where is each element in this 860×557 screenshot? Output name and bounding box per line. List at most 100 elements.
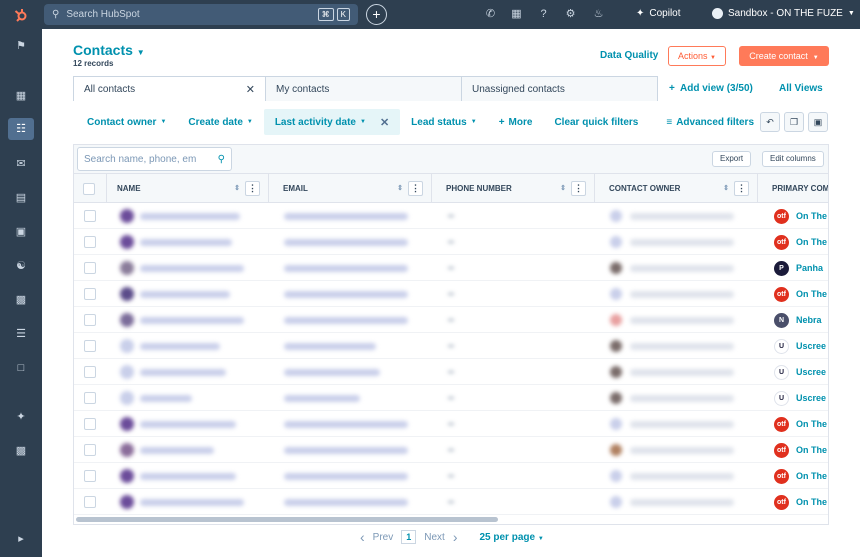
clear-quick-filters-button[interactable]: Clear quick filters (543, 109, 649, 135)
table-row[interactable]: otf On The (74, 281, 828, 307)
page-title[interactable]: Contacts ▼ (73, 42, 145, 58)
email-cell[interactable] (284, 463, 408, 489)
company-name[interactable]: On The (796, 237, 827, 247)
sparkle-icon[interactable]: ✦ (14, 410, 28, 424)
column-header-phone[interactable]: PHONE NUMBER ⇕ ⋮ (432, 174, 595, 203)
create-date-filter[interactable]: Create date ▼ (177, 109, 263, 135)
owner-cell[interactable] (610, 359, 734, 385)
owner-cell[interactable] (610, 385, 734, 411)
company-cell[interactable]: otf On The (774, 229, 827, 255)
row-checkbox[interactable] (84, 262, 96, 274)
service-icon[interactable]: ▣ (14, 225, 28, 239)
last-activity-date-filter[interactable]: Last activity date ▼ ✕ (263, 109, 401, 135)
next-page-button[interactable]: Next (424, 532, 445, 543)
company-cell[interactable]: otf On The (774, 203, 827, 229)
document-icon[interactable]: ▤ (14, 191, 28, 205)
code-icon[interactable]: ▩ (14, 444, 28, 458)
grid-icon[interactable]: ▦ (14, 89, 28, 103)
table-row[interactable]: U Uscree (74, 359, 828, 385)
megaphone-icon[interactable]: ✉ (14, 157, 28, 171)
bookmark-icon[interactable]: ⚑ (14, 39, 28, 53)
phone-icon[interactable]: ✆ (484, 8, 497, 21)
row-checkbox[interactable] (84, 470, 96, 482)
company-cell[interactable]: N Nebra (774, 307, 822, 333)
add-view-button[interactable]: + Add view (3/50) (669, 83, 753, 94)
company-name[interactable]: Uscree (796, 341, 826, 351)
email-cell[interactable] (284, 255, 408, 281)
email-cell[interactable] (284, 411, 408, 437)
row-checkbox[interactable] (84, 366, 96, 378)
edit-columns-button[interactable]: Edit columns (762, 151, 824, 167)
lead-status-filter[interactable]: Lead status ▼ (400, 109, 488, 135)
copilot-button[interactable]: ✦ Copilot (636, 8, 681, 19)
close-icon[interactable]: ✕ (246, 83, 255, 96)
company-name[interactable]: Uscree (796, 393, 826, 403)
expand-sidebar-icon[interactable]: ▸ (14, 532, 28, 546)
company-name[interactable]: On The (796, 289, 827, 299)
folder-icon[interactable]: □ (14, 361, 28, 375)
save-icon[interactable]: ▣ (808, 112, 828, 132)
column-menu-icon[interactable]: ⋮ (408, 181, 423, 196)
contact-owner-filter[interactable]: Contact owner ▼ (73, 109, 177, 135)
owner-cell[interactable] (610, 281, 734, 307)
name-cell[interactable] (120, 333, 220, 359)
sort-icon[interactable]: ⇕ (560, 184, 566, 192)
row-checkbox[interactable] (84, 392, 96, 404)
owner-cell[interactable] (610, 307, 734, 333)
company-name[interactable]: On The (796, 445, 827, 455)
company-name[interactable]: On The (796, 211, 827, 221)
owner-cell[interactable] (610, 463, 734, 489)
name-cell[interactable] (120, 359, 226, 385)
company-cell[interactable]: otf On The (774, 281, 827, 307)
close-icon[interactable]: ✕ (380, 116, 389, 129)
company-cell[interactable]: P Panha (774, 255, 823, 281)
company-cell[interactable]: otf On The (774, 463, 827, 489)
company-cell[interactable]: U Uscree (774, 333, 826, 359)
company-name[interactable]: Panha (796, 263, 823, 273)
bell-icon[interactable]: ♨ (592, 8, 605, 21)
row-checkbox[interactable] (84, 418, 96, 430)
sort-icon[interactable]: ⇕ (723, 184, 729, 192)
table-row[interactable]: otf On The (74, 411, 828, 437)
column-header-owner[interactable]: CONTACT OWNER ⇕ ⋮ (595, 174, 758, 203)
email-cell[interactable] (284, 281, 408, 307)
email-cell[interactable] (284, 385, 360, 411)
horizontal-scrollbar[interactable] (76, 517, 498, 522)
account-menu[interactable]: Sandbox - ON THE FUZE ▼ (712, 8, 855, 19)
tab-my-contacts[interactable]: My contacts (265, 76, 462, 101)
column-header-email[interactable]: EMAIL ⇕ ⋮ (269, 174, 432, 203)
name-cell[interactable] (120, 489, 244, 515)
company-name[interactable]: Uscree (796, 367, 826, 377)
sort-icon[interactable]: ⇕ (397, 184, 403, 192)
column-header-name[interactable]: NAME ⇕ ⋮ (107, 174, 269, 203)
current-page-button[interactable]: 1 (401, 530, 417, 544)
table-row[interactable]: otf On The (74, 203, 828, 229)
create-contact-button[interactable]: Create contact ▼ (739, 46, 829, 66)
actions-button[interactable]: Actions ▼ (668, 46, 726, 66)
table-row[interactable]: U Uscree (74, 385, 828, 411)
row-checkbox[interactable] (84, 314, 96, 326)
row-checkbox[interactable] (84, 444, 96, 456)
select-all-checkbox[interactable] (83, 182, 95, 195)
global-search-input[interactable]: ⚲ Search HubSpot ⌘ K (44, 4, 358, 25)
name-cell[interactable] (120, 281, 230, 307)
owner-cell[interactable] (610, 437, 734, 463)
email-cell[interactable] (284, 229, 408, 255)
owner-cell[interactable] (610, 411, 734, 437)
sort-icon[interactable]: ⇕ (234, 184, 240, 192)
table-row[interactable]: otf On The (74, 489, 828, 515)
column-menu-icon[interactable]: ⋮ (571, 181, 586, 196)
advanced-filters-button[interactable]: ≡ Advanced filters (655, 109, 765, 135)
company-name[interactable]: On The (796, 497, 827, 507)
owner-cell[interactable] (610, 489, 734, 515)
name-cell[interactable] (120, 255, 244, 281)
company-cell[interactable]: otf On The (774, 411, 827, 437)
undo-icon[interactable]: ↶ (760, 112, 780, 132)
company-cell[interactable]: U Uscree (774, 385, 826, 411)
chevron-left-icon[interactable]: ‹ (360, 529, 365, 545)
table-row[interactable]: N Nebra (74, 307, 828, 333)
chevron-right-icon[interactable]: › (453, 529, 458, 545)
owner-cell[interactable] (610, 333, 734, 359)
row-checkbox[interactable] (84, 496, 96, 508)
name-cell[interactable] (120, 437, 214, 463)
